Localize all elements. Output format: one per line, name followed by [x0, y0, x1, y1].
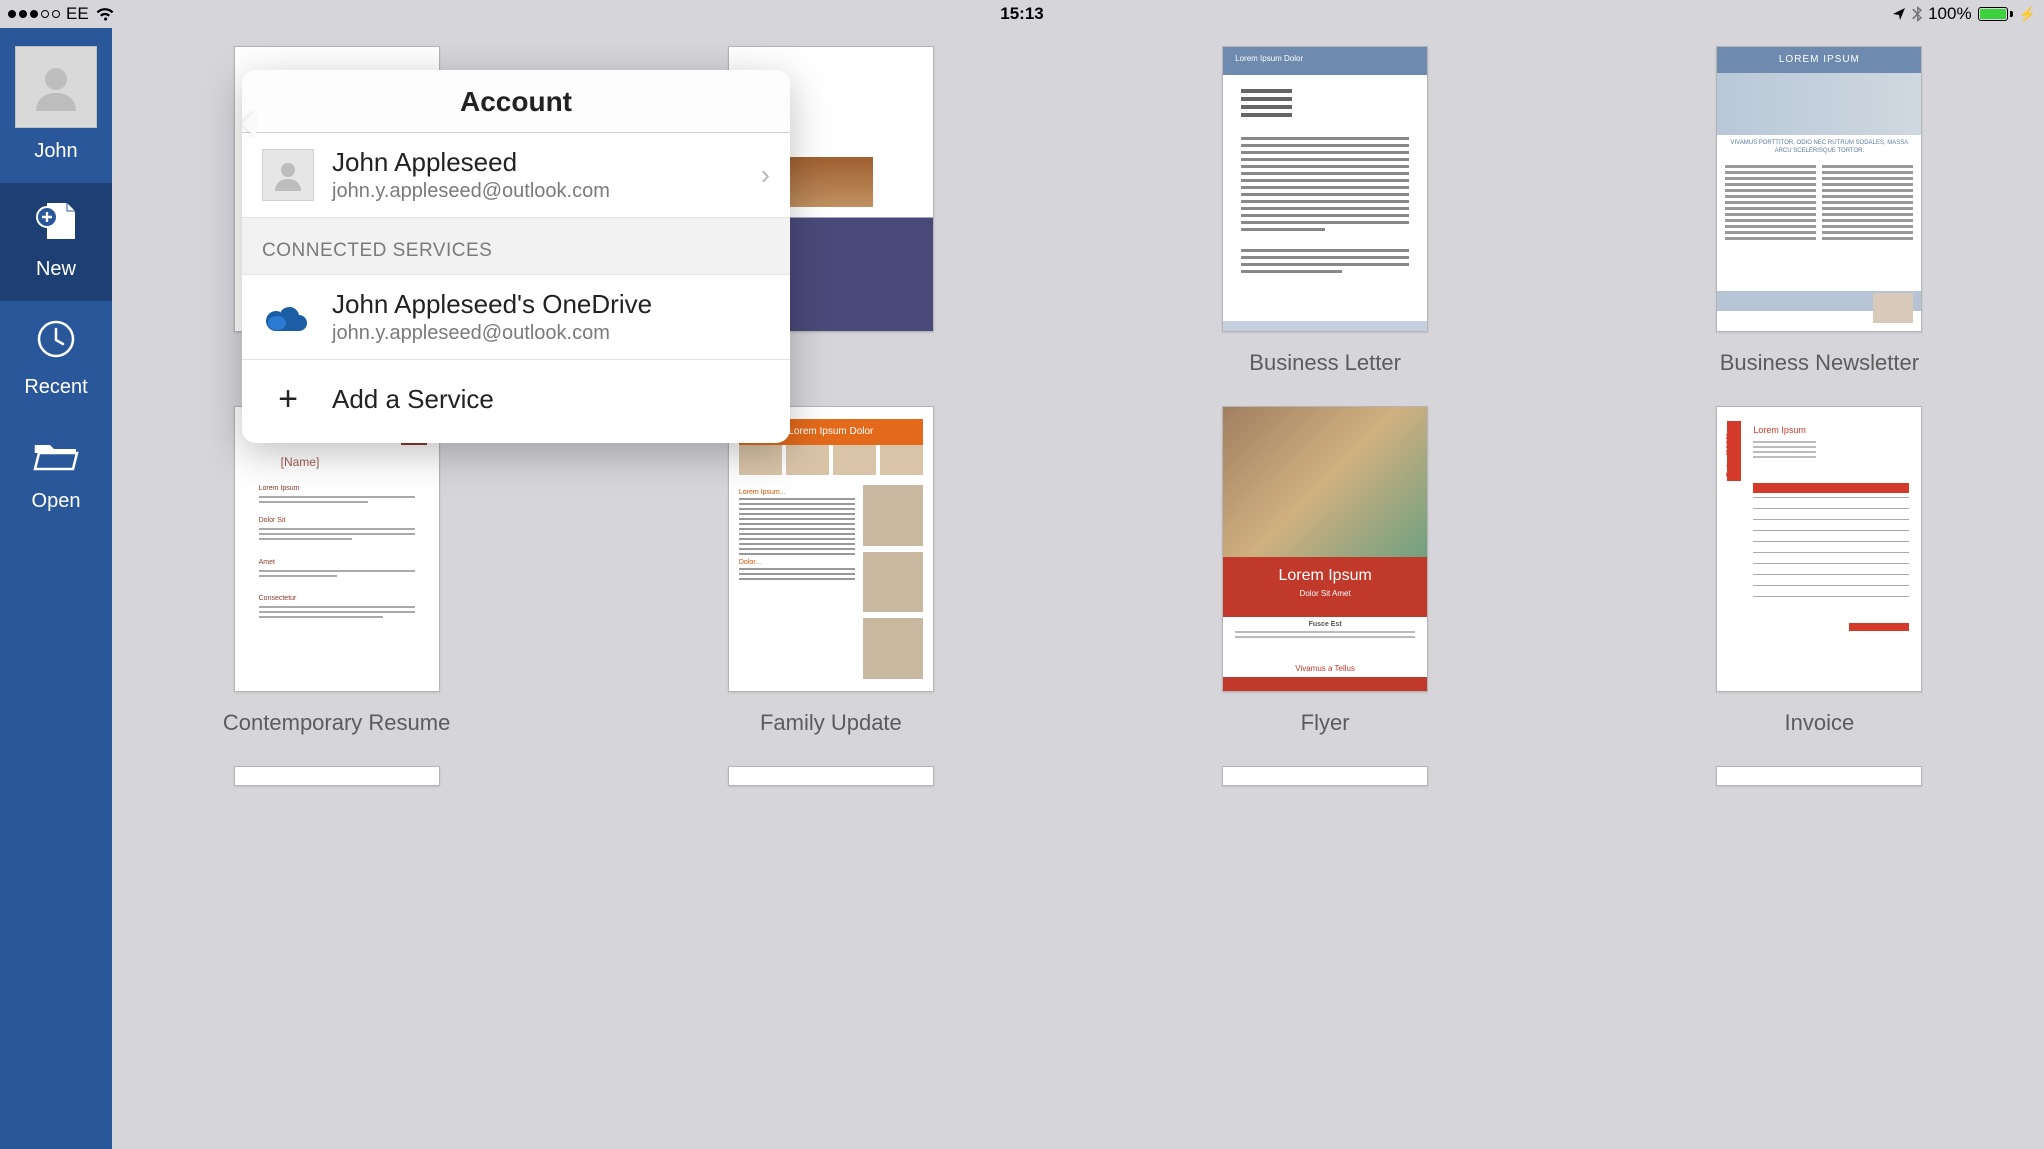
- template-card-contemporary-resume[interactable]: yn [Name] Lorem Ipsum Dolor Sit Amet Con…: [142, 406, 531, 736]
- sidebar-item-label: Recent: [24, 376, 87, 399]
- location-arrow-icon: [1892, 7, 1906, 21]
- account-popover: Account John Appleseed john.y.appleseed@…: [242, 70, 790, 443]
- new-doc-icon: [33, 201, 79, 246]
- chevron-right-icon: ›: [761, 159, 770, 191]
- template-caption: Flyer: [1301, 710, 1350, 736]
- account-row[interactable]: John Appleseed john.y.appleseed@outlook.…: [242, 133, 790, 218]
- signal-strength-icon: [8, 10, 60, 18]
- template-thumb: Lorem Ipsum Dolor Lorem Ipsum... Dolor..…: [728, 406, 934, 692]
- charging-bolt-icon: ⚡: [2019, 6, 2036, 23]
- clock: 15:13: [1000, 4, 1043, 24]
- sidebar-item-label: Open: [32, 490, 81, 513]
- wifi-icon: [95, 7, 115, 21]
- template-caption: Contemporary Resume: [223, 710, 450, 736]
- sidebar: John New Recent Open: [0, 28, 112, 1149]
- bluetooth-icon: [1912, 6, 1922, 22]
- avatar: [15, 46, 97, 128]
- template-card[interactable]: [636, 766, 1025, 786]
- template-thumb: yn [Name] Lorem Ipsum Dolor Sit Amet Con…: [234, 406, 440, 692]
- add-service-button[interactable]: + Add a Service: [242, 360, 790, 443]
- sidebar-account[interactable]: John: [0, 28, 112, 183]
- sidebar-item-open[interactable]: Open: [0, 419, 112, 533]
- template-thumb: Dolor [0000] Lorem Ipsum: [1716, 406, 1922, 692]
- template-caption: Business Letter: [1249, 350, 1401, 376]
- template-caption: Invoice: [1785, 710, 1855, 736]
- template-thumb: [1716, 766, 1922, 786]
- plus-icon: +: [262, 380, 314, 419]
- template-caption: Business Newsletter: [1720, 350, 1919, 376]
- carrier-label: EE: [66, 4, 89, 24]
- add-service-label: Add a Service: [332, 384, 494, 415]
- account-email: john.y.appleseed@outlook.com: [332, 180, 743, 203]
- template-caption: Family Update: [760, 710, 902, 736]
- template-card-flyer[interactable]: Lorem Ipsum Dolor Sit Amet Fusce Est Viv…: [1131, 406, 1520, 736]
- template-thumb: [1222, 766, 1428, 786]
- sidebar-item-recent[interactable]: Recent: [0, 301, 112, 419]
- template-card-business-newsletter[interactable]: LOREM IPSUM VIVAMUS PORTTITOR, ODIO NEC …: [1625, 46, 2014, 376]
- battery-icon: [1978, 7, 2013, 21]
- service-name: John Appleseed's OneDrive: [332, 289, 652, 320]
- template-card[interactable]: [1625, 766, 2014, 786]
- clock-icon: [36, 319, 76, 364]
- popover-title: Account: [242, 70, 790, 133]
- battery-percent: 100%: [1928, 4, 1971, 24]
- template-card-business-letter[interactable]: Lorem Ipsum Dolor Business Letter: [1131, 46, 1520, 376]
- template-thumb: Lorem Ipsum Dolor Sit Amet Fusce Est Viv…: [1222, 406, 1428, 692]
- service-row-onedrive[interactable]: John Appleseed's OneDrive john.y.applese…: [242, 274, 790, 360]
- ios-status-bar: EE 15:13 100% ⚡: [0, 0, 2044, 28]
- onedrive-icon: [262, 303, 314, 331]
- template-thumb: [728, 766, 934, 786]
- template-card[interactable]: [1131, 766, 1520, 786]
- template-thumb: Lorem Ipsum Dolor: [1222, 46, 1428, 332]
- template-card-family-update[interactable]: Lorem Ipsum Dolor Lorem Ipsum... Dolor..…: [636, 406, 1025, 736]
- folder-open-icon: [33, 437, 79, 478]
- service-email: john.y.appleseed@outlook.com: [332, 322, 652, 345]
- account-name: John Appleseed: [332, 147, 743, 178]
- sidebar-user-label: John: [34, 140, 77, 163]
- sidebar-item-label: New: [36, 258, 76, 281]
- template-gallery: Lorem Ipsum Dolor Business Letter LOREM …: [112, 28, 2044, 1149]
- template-card[interactable]: [142, 766, 531, 786]
- template-thumb: [234, 766, 440, 786]
- connected-services-header: CONNECTED SERVICES: [242, 218, 790, 274]
- sidebar-item-new[interactable]: New: [0, 183, 112, 301]
- template-card-invoice[interactable]: Dolor [0000] Lorem Ipsum Invoice: [1625, 406, 2014, 736]
- avatar: [262, 149, 314, 201]
- template-thumb: LOREM IPSUM VIVAMUS PORTTITOR, ODIO NEC …: [1716, 46, 1922, 332]
